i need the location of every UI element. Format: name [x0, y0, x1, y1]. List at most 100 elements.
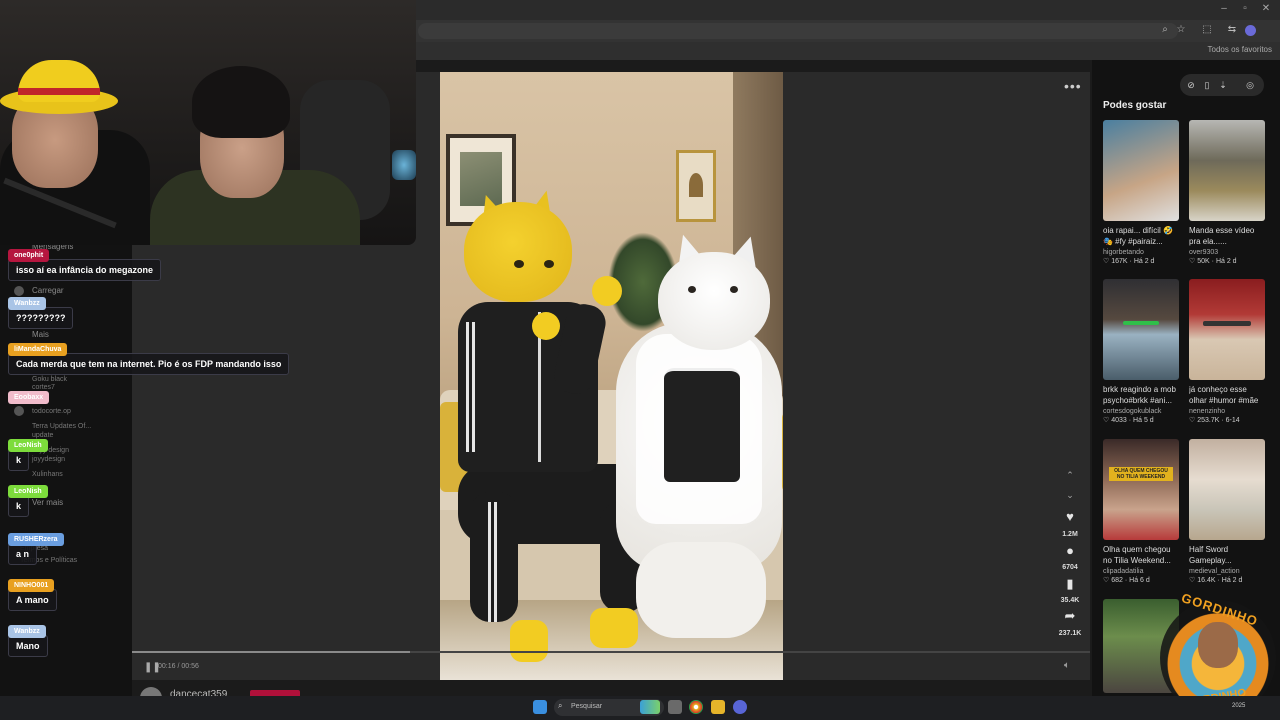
tracksuit-stripe [494, 502, 497, 622]
task-view-icon[interactable] [668, 700, 682, 714]
video-card[interactable]: Manda esse vídeo pra ela...... over9303 … [1189, 120, 1265, 265]
overlay-bar [1203, 321, 1251, 326]
comment-icon[interactable]: ● [1062, 543, 1078, 558]
video-thumbnail[interactable] [1189, 120, 1265, 221]
rgb-light [392, 150, 416, 180]
search-icon: ⌕ [558, 701, 563, 710]
video-progress-bar[interactable] [132, 651, 1090, 653]
card-title[interactable]: brkk reagindo a mob psycho#brkk #ani... [1103, 385, 1179, 407]
bookmark-icon[interactable]: ▮ [1062, 576, 1078, 592]
chat-message-text: A mano [8, 589, 57, 611]
card-age: Há 2 d [1221, 577, 1243, 584]
card-age: Há 5 d [1133, 417, 1154, 424]
extensions-icon[interactable]: ⬚ [1200, 24, 1214, 35]
heart-outline-icon: ♡ [1103, 577, 1112, 584]
card-user[interactable]: over9303 [1189, 249, 1265, 256]
windows-start-icon[interactable] [533, 700, 547, 714]
video-progress-fill [132, 651, 410, 653]
card-user[interactable]: medieval_action [1189, 568, 1265, 575]
card-user[interactable]: clipadadatilia [1103, 568, 1179, 575]
white-cat-eye [730, 286, 738, 293]
heart-icon[interactable]: ♥ [1062, 509, 1078, 524]
yellow-cat-fist [592, 276, 622, 306]
overlay-bar [1123, 321, 1159, 325]
card-title[interactable]: Olha quem chegou no Tilia Weekend... [1103, 545, 1179, 567]
card-user[interactable]: cortesdogokublack [1103, 408, 1179, 415]
video-thumbnail[interactable]: OLHA QUEM CHEGOU NO TILIA WEEKEND [1103, 439, 1179, 540]
hat-band [18, 88, 100, 95]
like-count: 1.2M [1062, 531, 1078, 538]
card-meta: ♡ 50K · Há 2 d [1189, 258, 1237, 265]
card-meta: ♡ 16.4K · Há 2 d [1189, 577, 1243, 584]
device-icon[interactable]: ▯ [1201, 80, 1213, 91]
chat-message: Wanbzz Mano [8, 620, 48, 657]
video-card[interactable]: brkk reagindo a mob psycho#brkk #ani... … [1103, 279, 1179, 424]
maximize-icon[interactable]: ▫ [1235, 3, 1255, 14]
card-title[interactable]: oia rapai... difícil 🤣 🎭 #fy #pairaiz... [1103, 226, 1179, 248]
chat-message: liMandaChuva Cada merda que tem na intern… [8, 338, 290, 375]
share-count: 237.1K [1058, 630, 1082, 637]
url-field[interactable] [418, 23, 1178, 39]
tracksuit-stripe [472, 322, 475, 452]
minimize-icon[interactable]: – [1214, 3, 1234, 14]
following-name[interactable]: Goku black [32, 376, 67, 383]
white-cat-legs [636, 542, 766, 638]
browser-avatar[interactable] [1245, 25, 1256, 36]
video-thumbnail[interactable] [1189, 279, 1265, 380]
following-name[interactable]: Terra Updates Of... [32, 423, 91, 430]
search-icon[interactable]: ⌕ [1158, 24, 1172, 35]
card-user[interactable]: higorbetando [1103, 249, 1179, 256]
video-card[interactable]: OLHA QUEM CHEGOU NO TILIA WEEKEND Olha q… [1103, 439, 1179, 584]
chat-message-text: k [8, 449, 30, 471]
close-window-icon[interactable]: ✕ [1256, 3, 1276, 14]
more-options-icon[interactable]: ••• [1064, 78, 1082, 94]
user-icon[interactable]: ◎ [1244, 80, 1256, 91]
card-likes: 253.7K [1197, 417, 1220, 424]
person-hair [192, 66, 290, 138]
share-icon[interactable]: ➦ [1062, 608, 1078, 624]
discord-icon[interactable] [733, 700, 747, 714]
chrome-icon[interactable] [689, 700, 703, 714]
tracksuit-stripe [466, 322, 469, 452]
chat-username-badge: RUSHERzera [8, 533, 64, 546]
yellow-cat-head [464, 202, 572, 302]
yellow-cat-paw [532, 312, 560, 340]
tracksuit-stripe [488, 502, 491, 622]
card-title[interactable]: Half Sword Gameplay... [1189, 545, 1265, 567]
heart-outline-icon: ♡ [1189, 258, 1198, 265]
chat-username-badge: Eoobaxx [8, 391, 50, 404]
chat-username-badge: Wanbzz [8, 297, 46, 310]
profile-icon[interactable]: ⇆ [1225, 24, 1239, 35]
card-user[interactable]: nenenzinho [1189, 408, 1265, 415]
card-title[interactable]: Manda esse vídeo pra ela...... [1189, 226, 1265, 248]
wall-picture [676, 150, 716, 222]
card-meta: ♡ 253.7K · 6-14 [1189, 417, 1240, 424]
chat-message: Eoobaxx [8, 386, 50, 404]
chat-username-badge: liMandaChuva [8, 343, 68, 356]
chevron-up-icon[interactable]: ⌃ [1062, 470, 1078, 481]
chat-username-badge: NINHO001 [8, 579, 55, 592]
video-thumbnail[interactable] [1189, 439, 1265, 540]
card-title[interactable]: já conheço esse olhar #humor #mãe [1189, 385, 1265, 407]
chat-message: one0phit isso aí ea infância do megazone [8, 244, 162, 281]
chat-username-badge: Wanbzz [8, 625, 46, 638]
video-thumbnail[interactable] [1103, 120, 1179, 221]
video-card[interactable]: já conheço esse olhar #humor #mãe nenenz… [1189, 279, 1265, 424]
following-avatar[interactable] [14, 406, 24, 416]
logo-face [1198, 622, 1238, 668]
settings-icon[interactable]: ⊘ [1185, 80, 1197, 91]
video-thumbnail[interactable] [1103, 279, 1179, 380]
share-small-icon[interactable]: ⇣ [1217, 80, 1229, 91]
star-icon[interactable]: ☆ [1174, 24, 1188, 35]
following-name[interactable]: todocorte.op [32, 408, 71, 415]
following-name[interactable]: Xulinhans [32, 471, 63, 478]
widget-icon[interactable] [640, 700, 660, 714]
video-card[interactable]: Half Sword Gameplay... medieval_action ♡… [1189, 439, 1265, 584]
chevron-down-icon[interactable]: ⌄ [1062, 490, 1078, 501]
volume-icon[interactable]: 🔈︎ [1064, 660, 1070, 671]
video-card[interactable]: oia rapai... difícil 🤣 🎭 #fy #pairaiz...… [1103, 120, 1179, 265]
save-count: 35.4K [1060, 597, 1080, 604]
file-explorer-icon[interactable] [711, 700, 725, 714]
all-bookmarks-link[interactable]: Todos os favoritos [1208, 45, 1272, 54]
video-frame[interactable] [440, 72, 783, 680]
